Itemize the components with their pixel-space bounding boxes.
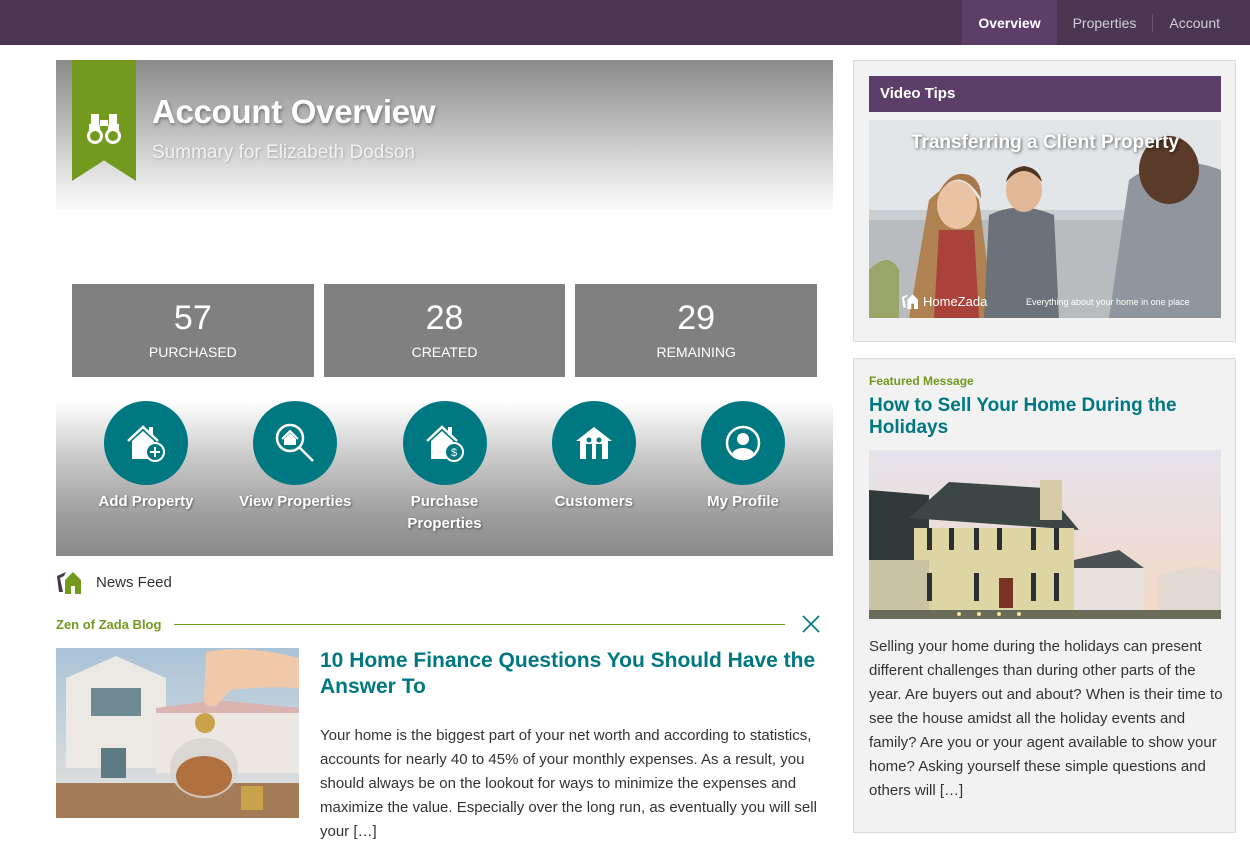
featured-message-card: Featured Message How to Sell Your Home D… [853, 358, 1236, 833]
nav-account[interactable]: Account [1153, 0, 1250, 45]
video-tips-heading: Video Tips [869, 76, 1221, 112]
blog-post-title[interactable]: 10 Home Finance Questions You Should Hav… [320, 648, 830, 700]
house-plus-icon [127, 425, 165, 462]
action-circle[interactable] [104, 401, 188, 485]
add-property-button[interactable]: Add Property [98, 401, 194, 556]
action-label: Customers [554, 493, 633, 510]
nav-properties[interactable]: Properties [1057, 0, 1153, 45]
customers-button[interactable]: Customers [551, 401, 636, 556]
news-feed-header: News Feed [56, 570, 172, 594]
coin-jar-photo [56, 648, 299, 818]
action-circle[interactable] [701, 401, 785, 485]
stat-label: CREATED [411, 344, 478, 360]
holiday-house-photo [869, 450, 1221, 619]
house-search-icon [276, 423, 315, 462]
header-ribbon [72, 60, 136, 181]
video-tagline: Everything about your home in one place [1026, 297, 1190, 307]
view-properties-button[interactable]: View Properties [239, 401, 351, 556]
video-tips-card: Video Tips Transferring a Client Propert… [853, 60, 1236, 342]
stat-purchased: 57 PURCHASED [72, 284, 314, 377]
quick-actions: Add Property View Properties $ Purchase … [56, 380, 833, 556]
blog-source-row: Zen of Zada Blog [56, 614, 821, 634]
stat-label: REMAINING [656, 344, 736, 360]
stat-remaining: 29 REMAINING [575, 284, 818, 377]
close-icon[interactable] [801, 614, 821, 634]
blog-post-excerpt: Your home is the biggest part of your ne… [320, 727, 817, 840]
top-nav-bar: Overview Properties Account [0, 0, 1250, 45]
action-circle[interactable] [551, 401, 636, 485]
blog-source-label[interactable]: Zen of Zada Blog [56, 617, 161, 632]
featured-body: Selling your home during the holidays ca… [869, 638, 1223, 799]
my-profile-button[interactable]: My Profile [701, 401, 785, 556]
featured-title[interactable]: How to Sell Your Home During the Holiday… [869, 395, 1219, 439]
house-dollar-icon: $ [425, 425, 464, 462]
action-circle[interactable]: $ [402, 401, 487, 485]
action-label: My Profile [707, 493, 779, 510]
featured-image[interactable] [869, 450, 1221, 619]
page-title: Account Overview [152, 93, 436, 130]
binoculars-icon [87, 112, 121, 144]
stat-created: 28 CREATED [323, 284, 566, 377]
property-stats: 57 PURCHASED 28 CREATED 29 REMAINING [72, 284, 818, 377]
stat-label: PURCHASED [148, 344, 237, 360]
action-circle[interactable] [253, 401, 338, 485]
nav-overview[interactable]: Overview [962, 0, 1057, 45]
homezada-logo-icon [902, 294, 918, 309]
purchase-properties-button[interactable]: $ Purchase Properties [402, 401, 487, 556]
action-label: View Properties [239, 493, 352, 510]
svg-text:$: $ [450, 447, 456, 459]
stat-value: 29 [677, 299, 716, 337]
divider [174, 623, 785, 625]
stat-value: 57 [173, 299, 212, 337]
house-people-icon [575, 427, 612, 459]
homezada-logo-icon [57, 572, 81, 594]
blog-post-image[interactable] [56, 648, 299, 818]
page-subtitle: Summary for Elizabeth Dodson [152, 142, 415, 163]
account-overview-header: Account Overview Summary for Elizabeth D… [56, 60, 833, 210]
video-title: Transferring a Client Property [910, 132, 1180, 153]
video-brand-name: HomeZada [923, 293, 988, 309]
action-label: Purchase Properties [407, 493, 482, 532]
stat-value: 28 [425, 299, 464, 337]
action-label: Add Property [98, 493, 194, 510]
video-thumbnail[interactable]: Transferring a Client Property HomeZada … [869, 120, 1221, 318]
main-nav: Overview Properties Account [962, 0, 1250, 45]
user-profile-icon [725, 425, 761, 461]
featured-label: Featured Message [869, 374, 974, 388]
news-feed-title: News Feed [96, 573, 172, 591]
video-brand: HomeZada [901, 293, 987, 309]
